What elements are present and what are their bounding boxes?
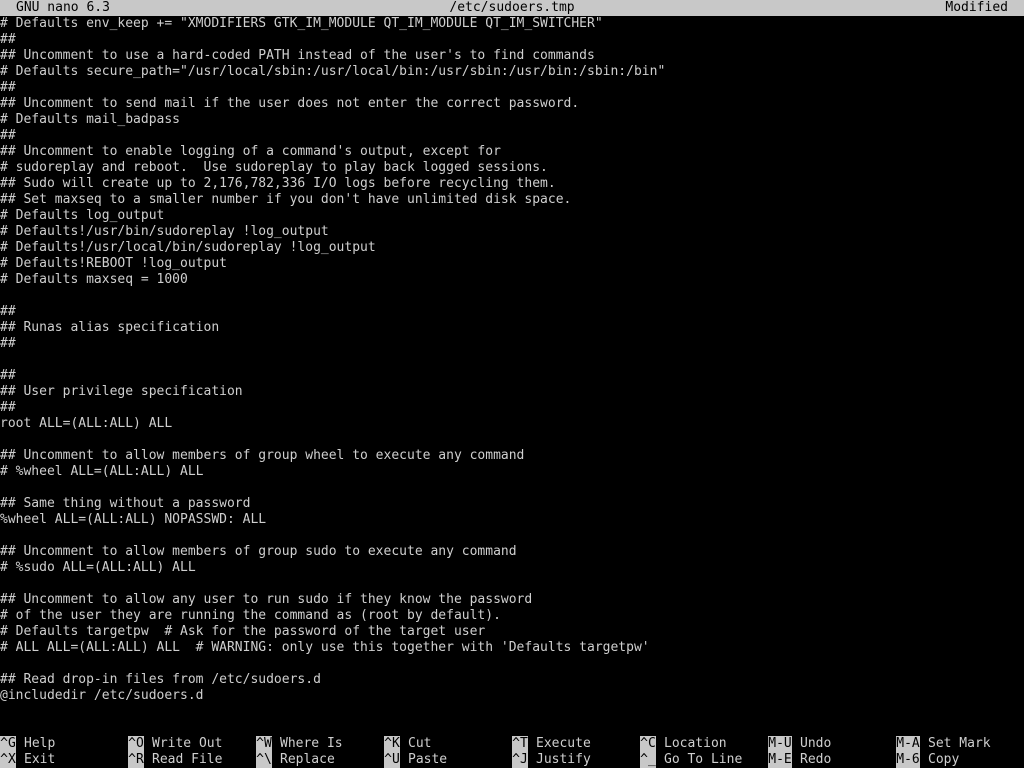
shortcut-label: Justify: [536, 752, 591, 767]
editor-line[interactable]: ##: [0, 128, 16, 144]
shortcut-key: ^K: [384, 736, 400, 752]
modified-status: Modified: [945, 0, 1008, 15]
shortcut-label: Location: [664, 736, 727, 751]
title-bar: /etc/sudoers.tmp GNU nano 6.3 Modified: [0, 0, 1024, 16]
shortcut-key: M-E: [768, 752, 792, 768]
editor-line[interactable]: ## User privilege specification: [0, 384, 243, 400]
shortcut-location[interactable]: ^C Location: [640, 736, 727, 752]
shortcut-redo[interactable]: M-E Redo: [768, 752, 831, 768]
editor-line[interactable]: # Defaults log_output: [0, 208, 164, 224]
shortcut-where-is[interactable]: ^W Where Is: [256, 736, 343, 752]
shortcut-label: Copy: [928, 752, 960, 767]
shortcut-undo[interactable]: M-U Undo: [768, 736, 831, 752]
editor-line[interactable]: ## Uncomment to allow members of group s…: [0, 544, 517, 560]
shortcut-label: Read File: [152, 752, 223, 767]
shortcut-key: ^C: [640, 736, 656, 752]
shortcut-paste[interactable]: ^U Paste: [384, 752, 447, 768]
shortcut-key: M-6: [896, 752, 920, 768]
shortcut-execute[interactable]: ^T Execute: [512, 736, 591, 752]
editor-line[interactable]: ## Runas alias specification: [0, 320, 219, 336]
editor-line[interactable]: # Defaults env_keep += "XMODIFIERS GTK_I…: [0, 16, 603, 32]
editor-line[interactable]: # of the user they are running the comma…: [0, 608, 501, 624]
editor-line[interactable]: # Defaults targetpw # Ask for the passwo…: [0, 624, 485, 640]
editor-line[interactable]: # Defaults maxseq = 1000: [0, 272, 188, 288]
editor-line[interactable]: @includedir /etc/sudoers.d: [0, 688, 204, 704]
shortcut-label: Redo: [800, 752, 832, 767]
shortcut-key: ^R: [128, 752, 144, 768]
editor-line[interactable]: # %wheel ALL=(ALL:ALL) ALL: [0, 464, 204, 480]
shortcut-label: Exit: [24, 752, 56, 767]
editor-line[interactable]: # Defaults!/usr/local/bin/sudoreplay !lo…: [0, 240, 376, 256]
shortcut-label: Undo: [800, 736, 832, 751]
shortcut-key: ^X: [0, 752, 16, 768]
editor-line[interactable]: ## Same thing without a password: [0, 496, 250, 512]
shortcut-key: ^O: [128, 736, 144, 752]
editor-line[interactable]: ##: [0, 400, 16, 416]
editor-line[interactable]: ##: [0, 336, 16, 352]
shortcut-key: M-A: [896, 736, 920, 752]
shortcut-cut[interactable]: ^K Cut: [384, 736, 431, 752]
shortcut-key: ^U: [384, 752, 400, 768]
shortcut-help[interactable]: ^G Help: [0, 736, 55, 752]
shortcut-write-out[interactable]: ^O Write Out: [128, 736, 222, 752]
editor-line[interactable]: ## Set maxseq to a smaller number if you…: [0, 192, 571, 208]
editor-line[interactable]: ##: [0, 32, 16, 48]
editor-line[interactable]: ##: [0, 368, 16, 384]
editor-line[interactable]: ## Read drop-in files from /etc/sudoers.…: [0, 672, 321, 688]
app-name: GNU nano 6.3: [16, 0, 110, 15]
shortcut-label: Replace: [280, 752, 335, 767]
editor-line[interactable]: ##: [0, 304, 16, 320]
shortcut-label: Execute: [536, 736, 591, 751]
shortcut-key: ^W: [256, 736, 272, 752]
shortcut-label: Set Mark: [928, 736, 991, 751]
file-name: /etc/sudoers.tmp: [449, 0, 575, 15]
editor-line[interactable]: ## Uncomment to enable logging of a comm…: [0, 144, 501, 160]
shortcut-key: ^J: [512, 752, 528, 768]
shortcut-label: Write Out: [152, 736, 223, 751]
shortcut-key: ^\: [256, 752, 272, 768]
editor-line[interactable]: ## Uncomment to allow any user to run su…: [0, 592, 532, 608]
editor-line[interactable]: ##: [0, 80, 16, 96]
editor-line[interactable]: ## Sudo will create up to 2,176,782,336 …: [0, 176, 556, 192]
editor-line[interactable]: %wheel ALL=(ALL:ALL) NOPASSWD: ALL: [0, 512, 266, 528]
editor-line[interactable]: # sudoreplay and reboot. Use sudoreplay …: [0, 160, 548, 176]
shortcut-key: ^_: [640, 752, 656, 768]
editor-line[interactable]: ## Uncomment to send mail if the user do…: [0, 96, 579, 112]
shortcut-label: Help: [24, 736, 56, 751]
editor-line[interactable]: ## Uncomment to allow members of group w…: [0, 448, 524, 464]
shortcut-label: Go To Line: [664, 752, 743, 767]
shortcut-key: ^G: [0, 736, 16, 752]
editor-line[interactable]: # Defaults!REBOOT !log_output: [0, 256, 227, 272]
shortcut-go-to-line[interactable]: ^_ Go To Line: [640, 752, 742, 768]
shortcut-bar: ^G Help ^X Exit ^O Write Out ^R Read File ^W Wher…: [0, 736, 1024, 768]
editor-line[interactable]: # Defaults mail_badpass: [0, 112, 180, 128]
shortcut-label: Paste: [408, 752, 448, 767]
shortcut-set-mark[interactable]: M-A Set Mark: [896, 736, 991, 752]
editor-line[interactable]: root ALL=(ALL:ALL) ALL: [0, 416, 172, 432]
shortcut-key: ^T: [512, 736, 528, 752]
shortcut-label: Where Is: [280, 736, 343, 751]
shortcut-copy[interactable]: M-6 Copy: [896, 752, 959, 768]
editor-line[interactable]: # ALL ALL=(ALL:ALL) ALL # WARNING: only …: [0, 640, 650, 656]
text-editor-area[interactable]: # Defaults env_keep += "XMODIFIERS GTK_I…: [0, 16, 1024, 720]
shortcut-exit[interactable]: ^X Exit: [0, 752, 55, 768]
shortcut-label: Cut: [408, 736, 432, 751]
editor-line[interactable]: # Defaults secure_path="/usr/local/sbin:…: [0, 64, 665, 80]
shortcut-justify[interactable]: ^J Justify: [512, 752, 591, 768]
shortcut-replace[interactable]: ^\ Replace: [256, 752, 335, 768]
shortcut-read-file[interactable]: ^R Read File: [128, 752, 222, 768]
editor-line[interactable]: # %sudo ALL=(ALL:ALL) ALL: [0, 560, 196, 576]
shortcut-key: M-U: [768, 736, 792, 752]
editor-line[interactable]: # Defaults!/usr/bin/sudoreplay !log_outp…: [0, 224, 329, 240]
editor-line[interactable]: ## Uncomment to use a hard-coded PATH in…: [0, 48, 595, 64]
